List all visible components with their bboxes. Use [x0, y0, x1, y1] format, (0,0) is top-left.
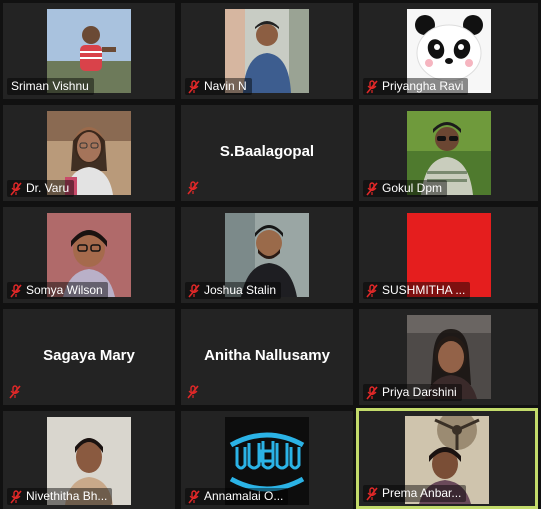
participant-tile[interactable]: SUSHMITHA ... — [359, 207, 538, 303]
participant-tile[interactable]: Somya Wilson — [3, 207, 175, 303]
muted-mic-icon — [188, 283, 200, 298]
participant-name-label: Annamalai O... — [185, 488, 289, 505]
muted-mic-icon — [366, 283, 378, 298]
muted-mic-icon — [10, 181, 22, 196]
muted-mic-icon — [188, 489, 200, 504]
participant-name: SUSHMITHA ... — [382, 283, 466, 297]
participant-name-label: Nivethitha Bh... — [7, 488, 113, 505]
muted-mic-icon — [187, 181, 199, 195]
participant-tile[interactable]: Priyangha Ravi — [359, 3, 538, 99]
participant-name-label: Gokul Dpm — [363, 180, 448, 197]
participant-name: Priyangha Ravi — [382, 79, 464, 93]
participant-tile[interactable]: Annamalai O... — [181, 411, 353, 509]
participant-name-label: Dr. Varu — [7, 180, 75, 197]
participant-name-label: Sriman Vishnu — [7, 78, 94, 95]
participant-name-label: Priya Darshini — [363, 384, 462, 401]
participant-tile[interactable]: Dr. Varu — [3, 105, 175, 201]
participant-name-label: Joshua Stalin — [185, 282, 282, 299]
participant-name: Priya Darshini — [382, 385, 457, 399]
muted-mic-icon — [366, 385, 378, 400]
participant-tile[interactable]: Sagaya Mary — [3, 309, 175, 405]
participant-tile[interactable]: Priya Darshini — [359, 309, 538, 405]
muted-mic-icon — [188, 79, 200, 94]
participant-name-label: Somya Wilson — [7, 282, 108, 299]
muted-mic-icon — [366, 486, 378, 501]
participant-name-label: Navin N — [185, 78, 252, 95]
participant-name: Somya Wilson — [26, 283, 103, 297]
participant-name: Prema Anbar... — [382, 486, 462, 500]
participant-name-label: SUSHMITHA ... — [363, 282, 471, 299]
participant-display-name: Sagaya Mary — [43, 347, 135, 365]
muted-mic-icon — [10, 489, 22, 504]
participant-tile[interactable]: S.Baalagopal — [181, 105, 353, 201]
participant-name: Annamalai O... — [204, 489, 284, 503]
participant-name: Joshua Stalin — [204, 283, 277, 297]
muted-mic-icon — [10, 283, 22, 298]
participant-tile[interactable]: Sriman Vishnu — [3, 3, 175, 99]
muted-mic-icon — [366, 181, 378, 196]
participant-tile-active-speaker[interactable]: Prema Anbar... — [356, 408, 538, 509]
participant-name-label: Priyangha Ravi — [363, 78, 469, 95]
participant-name: Navin N — [204, 79, 247, 93]
participant-tile[interactable]: Nivethitha Bh... — [3, 411, 175, 509]
participant-name: Nivethitha Bh... — [26, 489, 108, 503]
participant-name: Dr. Varu — [26, 181, 70, 195]
participant-tile[interactable]: Gokul Dpm — [359, 105, 538, 201]
participant-name: Gokul Dpm — [382, 181, 443, 195]
participant-tile[interactable]: Joshua Stalin — [181, 207, 353, 303]
participant-display-name: S.Baalagopal — [219, 143, 315, 161]
participant-tile[interactable]: Navin N — [181, 3, 353, 99]
muted-mic-icon — [9, 385, 21, 399]
participant-tile[interactable]: Anitha Nallusamy — [181, 309, 353, 405]
muted-mic-icon — [187, 385, 199, 399]
muted-mic-icon — [366, 79, 378, 94]
participant-name-label: Prema Anbar... — [363, 485, 467, 502]
video-grid: Sriman Vishnu Navin N Priyangha Ravi Dr.… — [0, 0, 541, 509]
participant-name: Sriman Vishnu — [11, 79, 89, 93]
participant-display-name: Anitha Nallusamy — [204, 347, 330, 365]
